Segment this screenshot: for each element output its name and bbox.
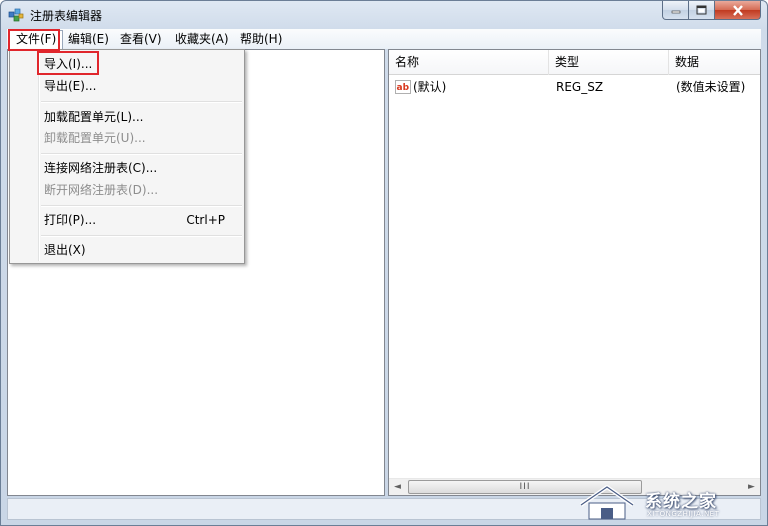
menu-item-unload-hive-label: 卸载配置单元(U)... xyxy=(44,131,146,145)
table-row[interactable]: ab (默认) REG_SZ (数值未设置) xyxy=(389,77,760,97)
menu-item-import-label: 导入(I)... xyxy=(44,57,93,71)
menu-file[interactable]: 文件(F) xyxy=(9,30,64,49)
menu-separator xyxy=(41,153,242,155)
watermark-house-logo xyxy=(579,485,635,520)
menu-item-import[interactable]: 导入(I)... xyxy=(12,53,242,75)
column-name[interactable]: 名称 xyxy=(389,50,549,75)
close-button[interactable] xyxy=(715,1,761,20)
watermark-text: 系统之家 xyxy=(645,492,717,512)
menu-item-print-shortcut: Ctrl+P xyxy=(186,213,225,227)
values-pane[interactable]: 名称 类型 数据 ab (默认) REG_SZ (数值未设置) ◄ III ► xyxy=(388,49,761,496)
maximize-icon xyxy=(696,5,707,15)
menu-favorites[interactable]: 收藏夹(A) xyxy=(169,30,235,49)
maximize-button[interactable] xyxy=(689,1,715,20)
menu-item-exit[interactable]: 退出(X) xyxy=(12,239,242,261)
minimize-button[interactable] xyxy=(662,1,689,20)
site-watermark: 系统之家 XITONGZHIJIA.NET xyxy=(575,483,765,523)
file-menu-dropdown: 导入(I)... 导出(E)... 加载配置单元(L)... 卸载配置单元(U)… xyxy=(9,49,245,264)
ab-string-icon: ab xyxy=(395,80,411,94)
menu-view[interactable]: 查看(V) xyxy=(114,30,168,49)
menu-item-load-hive[interactable]: 加载配置单元(L)... xyxy=(12,106,242,128)
value-name: (默认) xyxy=(413,80,447,94)
column-header: 名称 类型 数据 xyxy=(389,50,760,75)
menu-item-unload-hive: 卸载配置单元(U)... xyxy=(12,127,242,149)
menu-item-print-label: 打印(P)... xyxy=(44,213,97,227)
menu-help[interactable]: 帮助(H) xyxy=(234,30,288,49)
menu-item-print[interactable]: 打印(P)... Ctrl+P xyxy=(12,209,242,231)
value-data: (数值未设置) xyxy=(676,80,746,94)
menu-item-exit-label: 退出(X) xyxy=(44,243,86,257)
menu-item-export[interactable]: 导出(E)... xyxy=(12,75,242,97)
menu-item-disconnect-network-label: 断开网络注册表(D)... xyxy=(44,183,159,197)
menu-item-disconnect-network: 断开网络注册表(D)... xyxy=(12,179,242,201)
caption-buttons xyxy=(662,1,761,20)
title-bar[interactable]: 注册表编辑器 xyxy=(1,1,767,29)
menu-bar: 文件(F) 编辑(E) 查看(V) 收藏夹(A) 帮助(H) xyxy=(7,29,761,49)
menu-item-load-hive-label: 加载配置单元(L)... xyxy=(44,110,144,124)
window-title: 注册表编辑器 xyxy=(30,9,103,23)
menu-item-export-label: 导出(E)... xyxy=(44,79,97,93)
column-data[interactable]: 数据 xyxy=(669,50,760,75)
svg-text:ab: ab xyxy=(397,83,410,93)
column-type[interactable]: 类型 xyxy=(549,50,669,75)
menu-item-connect-network-label: 连接网络注册表(C)... xyxy=(44,161,158,175)
registry-editor-icon xyxy=(8,8,24,22)
minimize-icon xyxy=(671,10,680,14)
menu-separator xyxy=(41,235,242,237)
watermark-subtext: XITONGZHIJIA.NET xyxy=(647,510,720,518)
menu-separator xyxy=(41,205,242,207)
menu-edit[interactable]: 编辑(E) xyxy=(62,30,115,49)
menu-separator xyxy=(41,101,242,103)
scroll-left-icon[interactable]: ◄ xyxy=(389,479,406,496)
registry-editor-window: 注册表编辑器 文件(F) 编辑(E) 查看(V) 收藏夹(A) 帮助(H) 名称… xyxy=(0,0,768,526)
close-icon xyxy=(732,4,743,16)
value-type: REG_SZ xyxy=(556,80,604,94)
menu-item-connect-network[interactable]: 连接网络注册表(C)... xyxy=(12,157,242,179)
